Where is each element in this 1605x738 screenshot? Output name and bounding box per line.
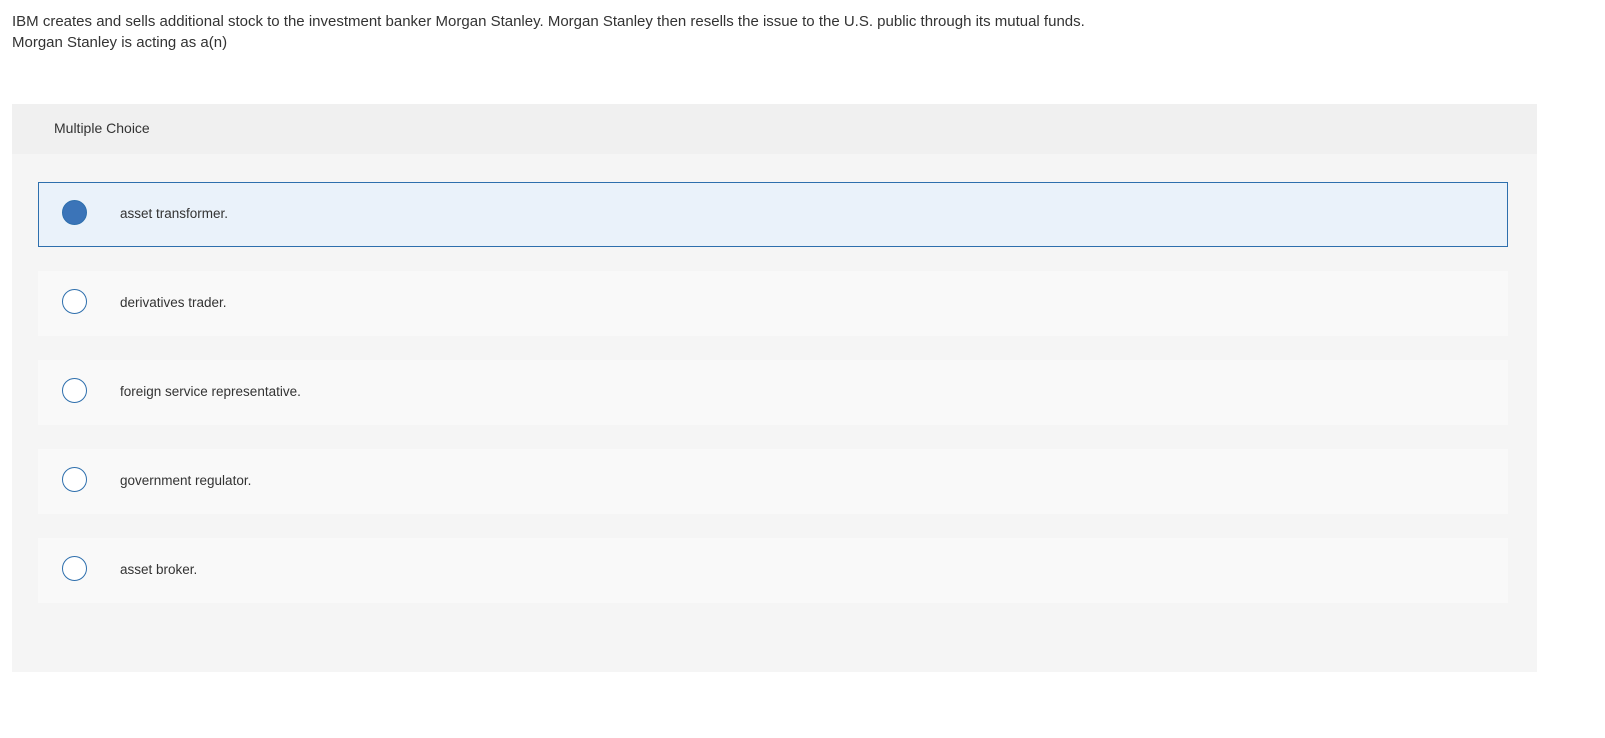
radio-button-selected-icon[interactable] (62, 200, 87, 225)
radio-button-icon[interactable] (62, 378, 87, 403)
choice-label: derivatives trader. (120, 295, 227, 310)
question-prompt: IBM creates and sells additional stock t… (12, 11, 1572, 53)
choice-option-3[interactable]: foreign service representative. (38, 360, 1508, 425)
choice-option-5[interactable]: asset broker. (38, 538, 1508, 603)
choice-option-4[interactable]: government regulator. (38, 449, 1508, 514)
choice-option-2[interactable]: derivatives trader. (38, 271, 1508, 336)
choice-label: asset transformer. (120, 206, 229, 221)
choice-label: government regulator. (120, 473, 252, 488)
radio-button-icon[interactable] (62, 467, 87, 492)
choice-label: asset broker. (120, 562, 198, 577)
multiple-choice-label: Multiple Choice (54, 120, 150, 136)
radio-button-icon[interactable] (62, 289, 87, 314)
question-text: IBM creates and sells additional stock t… (12, 13, 1085, 30)
choice-label: foreign service representative. (120, 384, 301, 399)
multiple-choice-panel: Multiple Choice asset transformer. deriv… (12, 104, 1537, 672)
radio-button-icon[interactable] (62, 556, 87, 581)
choice-option-1[interactable]: asset transformer. (38, 182, 1508, 247)
question-stem: Morgan Stanley is acting as a(n) (12, 34, 228, 51)
multiple-choice-header: Multiple Choice (12, 104, 1537, 154)
